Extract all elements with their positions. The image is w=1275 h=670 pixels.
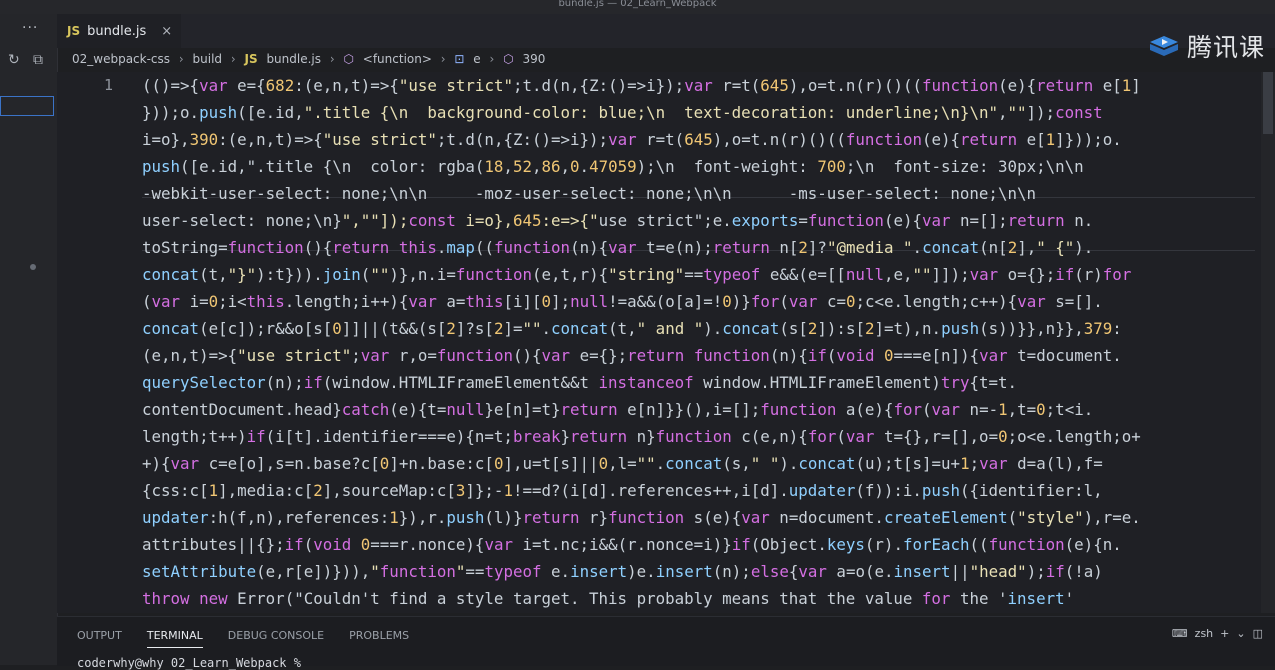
code-line[interactable]: -webkit-user-select: none;\n\n -moz-user… [142, 180, 1255, 207]
explorer-selected-row[interactable] [0, 96, 54, 116]
terminal-controls: ⌨ zsh + ⌄ ◫ [1172, 627, 1263, 640]
breadcrumb-file[interactable]: bundle.js [266, 52, 321, 66]
code-line[interactable]: toString=function(){return this.map((fun… [142, 234, 1255, 261]
activity-sidebar: ··· ↻ ⧉ [0, 14, 58, 665]
code-line[interactable]: (e,n,t)=>{"use strict";var r,o=function(… [142, 342, 1255, 369]
brand-mark-icon [1149, 36, 1178, 56]
breadcrumb: 02_webpack-css › build › JS bundle.js › … [72, 52, 550, 66]
code-line[interactable]: }));o.push([e.id,".title {\n background-… [142, 99, 1255, 126]
code-line[interactable]: contentDocument.head}catch(e){t=null}e[n… [142, 396, 1255, 423]
code-line[interactable]: concat(t,"}"):t})).join("")},n.i=functio… [142, 261, 1255, 288]
code-line[interactable]: concat(e[c]);r&&o[s[0]]||(t&&(s[2]?s[2]=… [142, 315, 1255, 342]
breadcrumb-folder-build[interactable]: build [193, 52, 223, 66]
editor-scrollbar[interactable] [1261, 72, 1275, 613]
code-line[interactable]: querySelector(n);if(window.HTMLIFrameEle… [142, 369, 1255, 396]
window-title: bundle.js — 02_Learn_Webpack [558, 0, 717, 9]
javascript-file-icon: JS [244, 52, 258, 66]
chevron-right-icon: › [230, 52, 236, 66]
window-titlebar: bundle.js — 02_Learn_Webpack [0, 0, 1275, 14]
code-editor[interactable]: 1 (()=>{var e={682:(e,n,t)=>{"use strict… [57, 72, 1275, 613]
refresh-icon[interactable]: ↻ [8, 52, 20, 68]
more-actions-icon[interactable]: ··· [22, 20, 38, 36]
breadcrumb-390[interactable]: 390 [522, 52, 545, 66]
scrollbar-thumb[interactable] [1263, 72, 1273, 134]
brand-logo: 腾讯课 [1148, 28, 1265, 64]
chevron-right-icon: › [440, 52, 446, 66]
terminal-prompt: coderwhy@why 02_Learn_Webpack % [77, 656, 301, 670]
code-line[interactable]: push([e.id,".title {\n color: rgba(18,52… [142, 153, 1255, 180]
cube-icon: ⬡ [343, 52, 354, 66]
split-terminal-icon[interactable]: ◫ [1253, 627, 1263, 640]
code-line[interactable]: (var i=0;i<this.length;i++){var a=this[i… [142, 288, 1255, 315]
shell-label[interactable]: zsh [1195, 627, 1213, 640]
code-line[interactable]: length;t++)if(i[t].identifier===e){n=t;b… [142, 423, 1255, 450]
javascript-file-icon: JS [67, 24, 81, 38]
tab-debug-console[interactable]: DEBUG CONSOLE [228, 629, 324, 648]
brand-name: 腾讯课 [1186, 33, 1265, 62]
tab-label: bundle.js [87, 23, 147, 39]
cube-icon: ⬡ [503, 52, 514, 66]
add-terminal-icon[interactable]: + [1220, 627, 1229, 640]
code-line[interactable]: setAttribute(e,r[e])})),"function"==type… [142, 558, 1255, 585]
breadcrumb-folder-css[interactable]: 02_webpack-css [72, 52, 170, 66]
code-line[interactable]: i=o},390:(e,n,t)=>{"use strict";t.d(n,{Z… [142, 126, 1255, 153]
breadcrumb-e[interactable]: e [473, 52, 480, 66]
code-line[interactable]: attributes||{};if(void 0===r.nonce){var … [142, 531, 1255, 558]
variable-icon: ⊡ [454, 52, 465, 66]
close-icon[interactable]: × [161, 24, 172, 39]
tab-output[interactable]: OUTPUT [77, 629, 122, 648]
code-line[interactable]: +){var c=e[o],s=n.base?c[0]+n.base:c[0],… [142, 450, 1255, 477]
code-line[interactable]: throw new Error("Couldn't find a style t… [142, 585, 1255, 612]
tab-problems[interactable]: PROBLEMS [349, 629, 409, 648]
chevron-down-icon[interactable]: ⌄ [1236, 627, 1245, 640]
panel-area: OUTPUT TERMINAL DEBUG CONSOLE PROBLEMS ⌨… [57, 616, 1275, 670]
tab-terminal[interactable]: TERMINAL [146, 629, 203, 648]
code-line[interactable]: user-select: none;\n}",""]);const i=o},6… [142, 207, 1255, 234]
panel-tabs: OUTPUT TERMINAL DEBUG CONSOLE PROBLEMS [77, 629, 409, 648]
breadcrumb-function[interactable]: <function> [363, 52, 432, 66]
code-content[interactable]: (()=>{var e={682:(e,n,t)=>{"use strict";… [142, 72, 1255, 612]
line-number: 1 [104, 76, 114, 94]
collapse-all-icon[interactable]: ⧉ [33, 52, 43, 68]
indicator-dot [30, 264, 36, 270]
code-line[interactable]: (()=>{var e={682:(e,n,t)=>{"use strict";… [142, 72, 1255, 99]
editor-tab-bar: JS bundle.js × 腾讯课 [57, 14, 1275, 62]
terminal-icon: ⌨ [1171, 627, 1188, 640]
code-line[interactable]: {css:c[1],media:c[2],sourceMap:c[3]};-1!… [142, 477, 1255, 504]
chevron-right-icon: › [178, 52, 184, 66]
code-line[interactable]: updater:h(f,n),references:1}),r.push(l)}… [142, 504, 1255, 531]
tab-bundle-js[interactable]: JS bundle.js × [57, 14, 181, 48]
chevron-right-icon: › [489, 52, 495, 66]
chevron-right-icon: › [329, 52, 335, 66]
